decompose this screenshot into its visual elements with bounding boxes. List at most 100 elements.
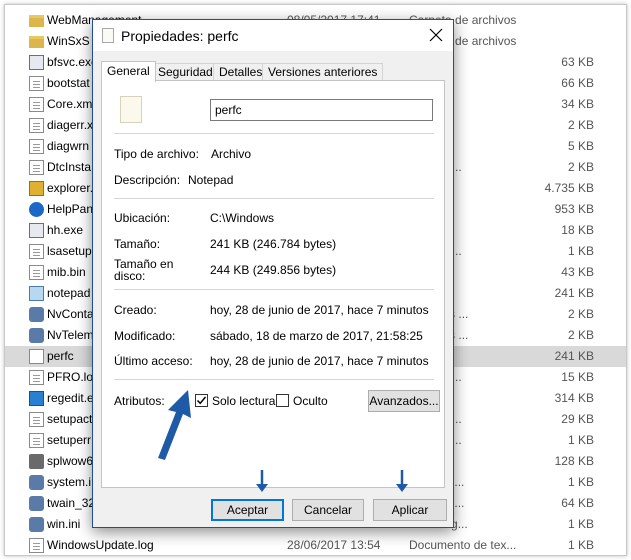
- type-label: Tipo de archivo:: [114, 147, 199, 161]
- doc-icon: [29, 118, 44, 133]
- created-label: Creado:: [114, 303, 157, 317]
- file-name: DtcInsta: [47, 160, 92, 174]
- cube-icon: [29, 391, 44, 406]
- type-value: Archivo: [211, 147, 252, 161]
- properties-dialog: Propiedades: perfc General Seguridad Det…: [92, 19, 454, 528]
- file-size: 66 KB: [561, 76, 594, 90]
- printer-icon: [29, 454, 44, 469]
- file-size: 1 KB: [567, 244, 594, 258]
- file-icon: [102, 28, 114, 43]
- readonly-label[interactable]: Solo lectura: [212, 394, 275, 408]
- close-button[interactable]: [427, 26, 445, 44]
- file-name: HelpPan: [47, 202, 94, 216]
- doc-icon: [29, 76, 44, 91]
- hidden-label[interactable]: Oculto: [293, 394, 328, 408]
- checkmark-icon: [196, 396, 207, 405]
- file-name: mib.bin: [47, 265, 86, 279]
- file-name: system.i: [47, 475, 92, 489]
- file-row[interactable]: WindowsUpdate.log 28/06/2017 13:54 Documen…: [5, 535, 626, 555]
- disk-size-label-line2: disco:: [114, 269, 146, 283]
- file-name: hh.exe: [47, 223, 84, 237]
- file-name: setupact: [47, 412, 93, 426]
- file-name: WindowsUpdate.log: [47, 538, 154, 552]
- file-date: 28/06/2017 13:54: [287, 538, 381, 552]
- file-size: 241 KB: [554, 286, 594, 300]
- file-type: Documento de tex...: [409, 538, 517, 552]
- gear-icon: [29, 475, 44, 490]
- file-size: 241 KB: [554, 349, 594, 363]
- advanced-button[interactable]: Avanzados...: [368, 390, 440, 412]
- annotation-arrow-icon: [256, 470, 268, 492]
- hidden-checkbox[interactable]: [276, 394, 289, 407]
- file-name: diagerr.x: [47, 118, 94, 132]
- doc-icon: [29, 265, 44, 280]
- cancel-button[interactable]: Cancelar: [292, 499, 364, 521]
- size-value: 241 KB (246.784 bytes): [210, 237, 337, 251]
- gear-icon: [29, 496, 44, 511]
- file-name: bootstat: [47, 76, 90, 90]
- file-name: setuperr: [47, 433, 92, 447]
- accessed-label: Último acceso:: [114, 354, 193, 368]
- file-size: 34 KB: [561, 97, 594, 111]
- file-size: 18 KB: [561, 223, 594, 237]
- dialog-title: Propiedades: perfc: [121, 28, 239, 44]
- location-value: C:\Windows: [210, 211, 275, 225]
- file-size: 1 KB: [567, 433, 594, 447]
- doc-icon: [29, 160, 44, 175]
- created-value: hoy, 28 de junio de 2017, hace 7 minutos: [210, 303, 429, 317]
- file-size: 2 KB: [567, 328, 594, 342]
- disk-size-value: 244 KB (249.856 bytes): [210, 263, 337, 277]
- file-size: 5 KB: [567, 139, 594, 153]
- doc-icon: [29, 139, 44, 154]
- doc-icon: [29, 97, 44, 112]
- location-label: Ubicación:: [114, 211, 171, 225]
- dialog-titlebar[interactable]: Propiedades: perfc: [93, 20, 453, 51]
- doc-icon: [29, 370, 44, 385]
- gear-icon: [29, 328, 44, 343]
- file-size: 2 KB: [567, 118, 594, 132]
- file-size: 43 KB: [561, 265, 594, 279]
- file-size: 64 KB: [561, 496, 594, 510]
- tab-security[interactable]: Seguridad: [152, 63, 219, 81]
- folder-icon: [29, 36, 44, 48]
- file-name: NvConta: [47, 307, 94, 321]
- tab-previous-versions[interactable]: Versiones anteriores: [262, 63, 384, 81]
- annotation-arrow-icon: [158, 390, 191, 460]
- file-size: 128 KB: [554, 454, 594, 468]
- separator: [114, 379, 434, 380]
- doc-icon: [29, 412, 44, 427]
- doc-icon: [29, 433, 44, 448]
- file-name-input[interactable]: [210, 99, 433, 121]
- exe-icon: [29, 55, 44, 70]
- file-name: diagwrn: [47, 139, 90, 153]
- explorer-icon: [29, 181, 44, 196]
- separator: [114, 133, 434, 134]
- file-name: perfc: [47, 349, 74, 363]
- file-name: twain_32: [47, 496, 96, 510]
- apply-button[interactable]: Aplicar: [373, 499, 447, 521]
- file-name: lsasetup: [47, 244, 92, 258]
- accessed-value: hoy, 28 de junio de 2017, hace 7 minutos: [210, 354, 429, 368]
- file-name: Core.xml: [47, 97, 96, 111]
- doc-icon: [29, 244, 44, 259]
- exe-icon: [29, 223, 44, 238]
- file-type-icon: [120, 96, 142, 123]
- file-size: 15 KB: [561, 370, 594, 384]
- file-name: regedit.e: [47, 391, 94, 405]
- modified-value: sábado, 18 de marzo de 2017, 21:58:25: [210, 329, 423, 343]
- file-name: win.ini: [47, 517, 81, 531]
- blank-icon: [29, 349, 44, 364]
- file-size: 953 KB: [554, 202, 594, 216]
- modified-label: Modificado:: [114, 329, 176, 343]
- help-icon: [29, 202, 44, 217]
- file-size: 314 KB: [554, 391, 594, 405]
- folder-icon: [29, 15, 44, 27]
- file-size: 1 KB: [567, 538, 594, 552]
- file-name: WinSxS: [47, 34, 90, 48]
- tab-general[interactable]: General: [101, 61, 156, 82]
- description-label: Descripción:: [114, 173, 181, 187]
- readonly-checkbox[interactable]: [195, 394, 208, 407]
- ok-button[interactable]: Aceptar: [211, 499, 284, 521]
- file-size: 1 KB: [567, 475, 594, 489]
- tab-details[interactable]: Detalles: [213, 63, 269, 81]
